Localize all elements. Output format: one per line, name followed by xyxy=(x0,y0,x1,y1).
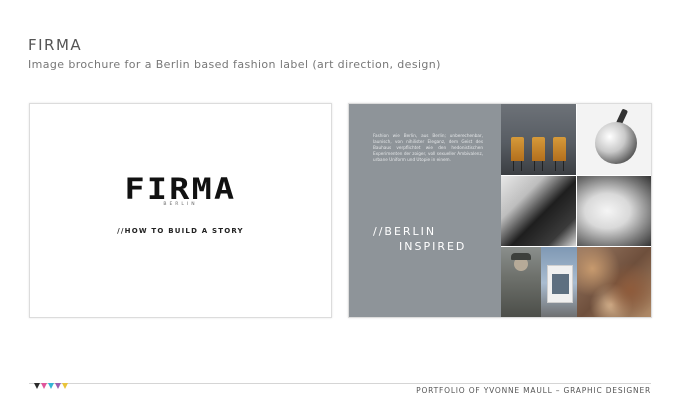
footer-credit: PORTFOLIO OF YVONNE MAULL – GRAPHIC DESI… xyxy=(416,386,651,395)
spread-body-text: Fashion wie Berlin, aus Berlin; unberech… xyxy=(373,133,483,162)
triangle-icon xyxy=(34,383,40,389)
spread-text-panel: Fashion wie Berlin, aus Berlin; unberech… xyxy=(349,104,501,317)
spread-heading: //BERLIN INSPIRED xyxy=(373,224,466,254)
footer-divider xyxy=(29,383,651,384)
triangle-icon xyxy=(41,383,47,389)
orange-chairs-photo xyxy=(501,104,576,175)
color-triangles-logo xyxy=(34,383,68,389)
brochure-spread-card[interactable]: Fashion wie Berlin, aus Berlin; unberech… xyxy=(348,103,652,318)
photo-collage xyxy=(501,104,651,317)
rusted-texture-photo xyxy=(577,247,651,317)
triangle-icon xyxy=(55,383,61,389)
triangle-icon xyxy=(48,383,54,389)
triangle-icon xyxy=(62,383,68,389)
page-subtitle: Image brochure for a Berlin based fashio… xyxy=(28,58,441,71)
spread-heading-line2: INSPIRED xyxy=(399,240,467,253)
page-title: FIRMA xyxy=(28,36,83,54)
cover-tagline: //HOW TO BUILD A STORY xyxy=(117,227,244,235)
firma-logo: FIRMA xyxy=(124,172,237,206)
soldier-photo xyxy=(501,247,541,317)
chrome-decanter-photo xyxy=(577,104,651,175)
logo-subtitle: BERLIN xyxy=(163,202,198,207)
sleeping-woman-photo xyxy=(577,176,651,246)
couple-photo xyxy=(501,176,576,246)
modern-building-photo xyxy=(541,247,577,317)
brochure-cover-card[interactable]: FIRMA BERLIN //HOW TO BUILD A STORY xyxy=(29,103,332,318)
spread-heading-line1: //BERLIN xyxy=(373,225,437,238)
